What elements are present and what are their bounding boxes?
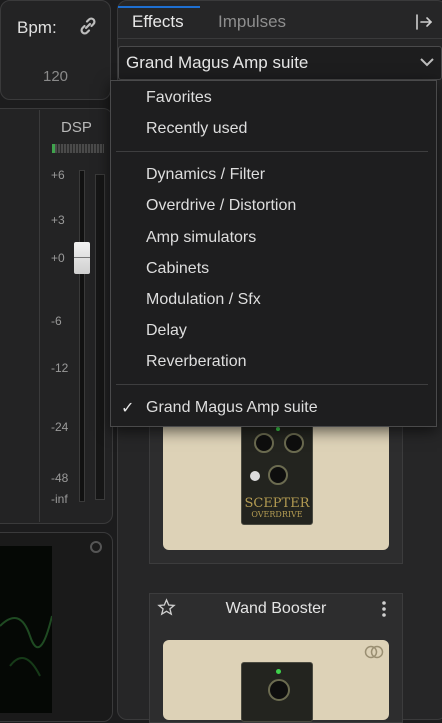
meter-divider — [39, 110, 40, 522]
linked-rings-icon[interactable] — [363, 645, 385, 659]
status-led — [276, 669, 281, 674]
fader-handle[interactable] — [74, 242, 90, 274]
menu-separator — [116, 384, 428, 385]
pedal-subtitle: OVERDRIVE — [251, 510, 303, 519]
scale-label: -12 — [51, 361, 69, 375]
level-meter — [95, 174, 105, 500]
status-led — [276, 427, 280, 431]
bpm-panel — [0, 0, 111, 100]
scale-label: +6 — [51, 168, 65, 182]
scope-display — [0, 546, 53, 713]
menu-item-reverberation[interactable]: Reverberation — [146, 353, 247, 371]
menu-item-modulation-sfx[interactable]: Modulation / Sfx — [146, 291, 261, 309]
export-icon[interactable] — [413, 12, 433, 32]
bpm-label: Bpm: — [17, 18, 57, 37]
tab-active-indicator — [118, 6, 200, 8]
pedal-title: SCEPTER — [244, 496, 310, 511]
menu-item-delay[interactable]: Delay — [146, 322, 187, 340]
boost-knob — [268, 679, 290, 701]
gain-knob — [254, 433, 274, 453]
bpm-value[interactable]: 120 — [0, 68, 111, 85]
menu-item-favorites[interactable]: Favorites — [146, 89, 212, 107]
category-select-value: Grand Magus Amp suite — [126, 53, 309, 72]
tab-divider — [118, 38, 442, 39]
scale-label: -inf — [51, 492, 68, 506]
scale-label: +0 — [51, 251, 65, 265]
fader-handle-line — [74, 257, 90, 258]
menu-item-grand-magus-amp-suite[interactable]: Grand Magus Amp suite — [146, 399, 318, 417]
menu-item-recently-used[interactable]: Recently used — [146, 120, 247, 138]
menu-item-amp-simulators[interactable]: Amp simulators — [146, 229, 256, 247]
tab-impulses[interactable]: Impulses — [218, 6, 286, 38]
menu-item-overdrive-distortion[interactable]: Overdrive / Distortion — [146, 197, 296, 215]
menu-item-cabinets[interactable]: Cabinets — [146, 260, 209, 278]
chevron-down-icon — [420, 58, 434, 67]
scale-label: +3 — [51, 213, 65, 227]
dsp-led-active — [52, 144, 55, 153]
scale-label: -6 — [51, 314, 62, 328]
tone-knob — [284, 433, 304, 453]
effect-card-title: Wand Booster — [225, 600, 327, 617]
menu-separator — [116, 151, 428, 152]
level-knob — [268, 465, 288, 485]
scale-label: -24 — [51, 420, 69, 434]
toggle-switch — [250, 471, 260, 481]
pedal-image — [241, 662, 313, 722]
link-icon[interactable] — [78, 16, 98, 36]
scale-label: -48 — [51, 471, 69, 485]
kebab-icon[interactable] — [381, 600, 387, 618]
dsp-led-row — [52, 144, 104, 153]
power-icon[interactable] — [90, 541, 102, 553]
fader-track[interactable] — [79, 170, 85, 502]
dsp-label: DSP — [61, 119, 92, 136]
tab-effects[interactable]: Effects — [118, 6, 200, 38]
scope-trace — [0, 615, 53, 677]
menu-item-dynamics-filter[interactable]: Dynamics / Filter — [146, 166, 265, 184]
checkmark-icon: ✓ — [121, 400, 135, 417]
